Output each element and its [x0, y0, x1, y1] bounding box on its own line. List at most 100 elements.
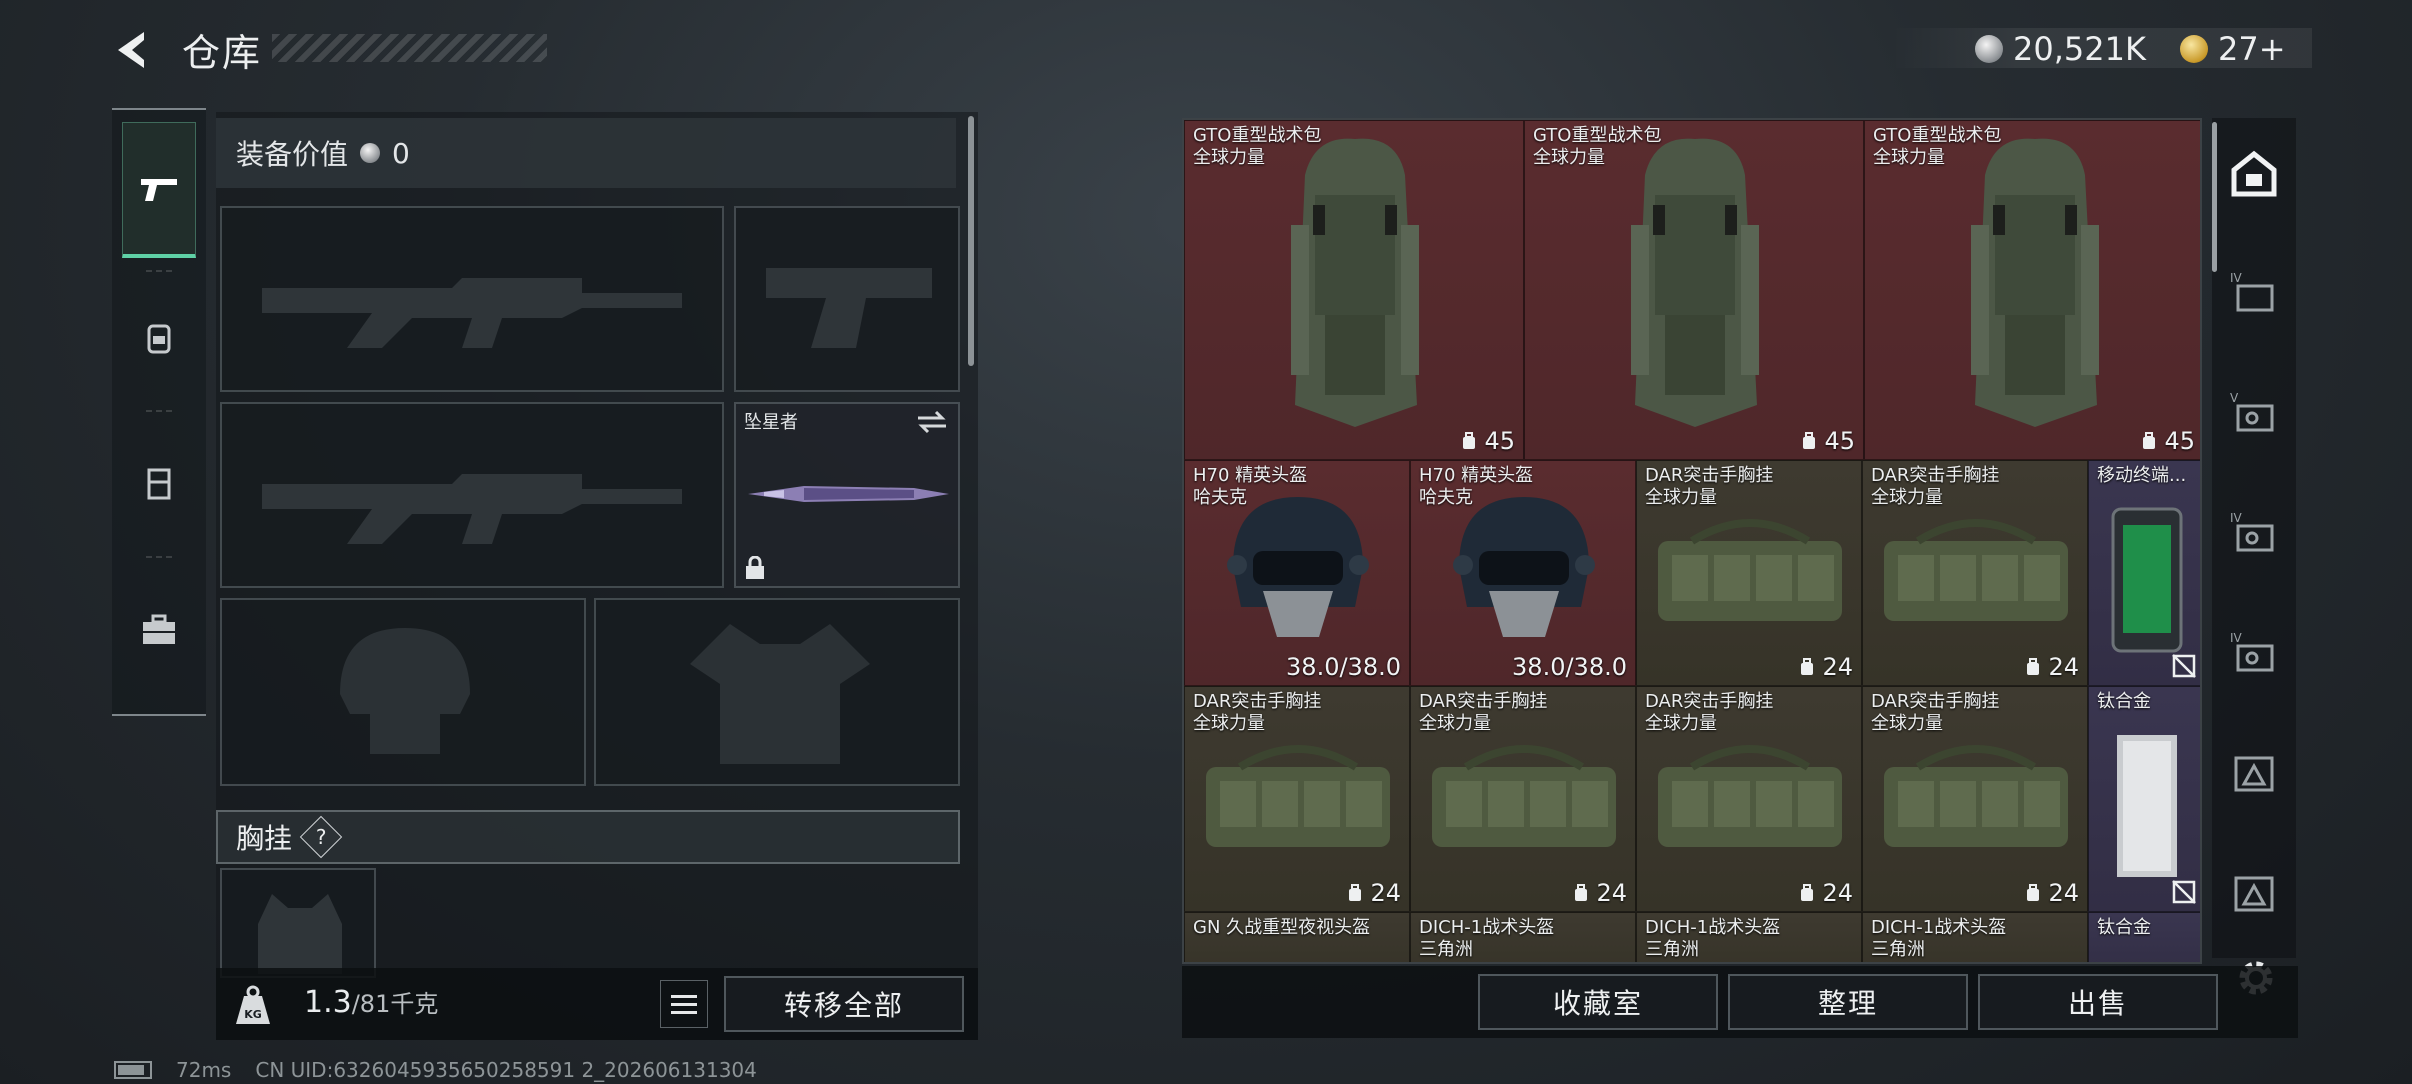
sell-button[interactable]: 出售 — [1978, 974, 2218, 1030]
stash-item[interactable]: 钛合金 — [2088, 686, 2200, 912]
pistol-silhouette-icon — [766, 268, 932, 348]
stash-item-title: GN 久战重型夜视头盔 — [1193, 917, 1371, 938]
chest-rig-item-icon — [1884, 519, 2068, 621]
slot-capacity-icon — [1575, 884, 1588, 901]
stash-item[interactable]: DAR突击手胸挂 全球力量 24 — [1636, 460, 1862, 686]
stash-item-name: DAR突击手胸挂 全球力量 — [1193, 691, 1321, 735]
currency-secondary[interactable]: 27+ — [2180, 30, 2286, 68]
stash-item[interactable]: DICH-1战术头盔 三角洲 — [1862, 912, 2088, 962]
stash-item-name: DICH-1战术头盔 三角洲 — [1645, 917, 1780, 961]
svg-text:IV: IV — [2230, 631, 2243, 645]
stash-item-name: H70 精英头盔 哈夫克 — [1419, 465, 1533, 509]
stash-item-name: DICH-1战术头盔 三角洲 — [1871, 917, 2006, 961]
stash-item-subtitle: 全球力量 — [1645, 487, 1717, 508]
help-badge[interactable]: ? — [299, 815, 343, 859]
tab-chest-rig[interactable] — [122, 416, 196, 552]
backpack-item-icon — [1291, 138, 1419, 428]
stash-item[interactable]: DAR突击手胸挂 全球力量 24 — [1636, 686, 1862, 912]
title-decoration — [272, 34, 547, 62]
stash-item-name: 移动终端... — [2097, 465, 2186, 487]
capacity-icon — [2143, 432, 2156, 449]
stash-item[interactable]: 移动终端... — [2088, 460, 2200, 686]
stash-item[interactable]: DAR突击手胸挂 全球力量 24 — [1410, 686, 1636, 912]
stash-item[interactable]: GTO重型战术包 全球力量 45 — [1524, 120, 1864, 460]
stash-item-name: DAR突击手胸挂 全球力量 — [1871, 691, 1999, 735]
swap-icon[interactable] — [916, 410, 948, 434]
category-warning-2[interactable] — [2226, 866, 2282, 922]
tab-case[interactable] — [122, 562, 196, 698]
helmet-slot[interactable] — [220, 598, 586, 786]
armor-silhouette-icon — [690, 624, 870, 764]
equipment-value-label: 装备价值 — [236, 138, 349, 171]
list-icon-line — [671, 994, 697, 998]
weight-readout: 1.3/81千克 — [304, 984, 438, 1020]
stash-item-subtitle: 三角洲 — [1871, 939, 1925, 960]
stash-item-count: 24 — [2024, 879, 2079, 907]
stash-item[interactable]: DICH-1战术头盔 三角洲 — [1636, 912, 1862, 962]
stash-item-count-value: 24 — [1596, 879, 1627, 907]
stash-item[interactable]: GN 久战重型夜视头盔 — [1184, 912, 1410, 962]
stash-item-subtitle: 全球力量 — [1193, 147, 1265, 168]
category-key-iv-2[interactable]: IV — [2226, 626, 2282, 682]
stash-item-subtitle: 全球力量 — [1645, 713, 1717, 734]
sidearm-slot[interactable] — [734, 206, 960, 392]
stash-item-title: DAR突击手胸挂 — [1645, 691, 1774, 712]
collection-room-button[interactable]: 收藏室 — [1478, 974, 1718, 1030]
stash-item-title: DAR突击手胸挂 — [1193, 691, 1322, 712]
back-arrow-icon[interactable] — [110, 26, 158, 74]
category-key-iv[interactable]: IV — [2226, 506, 2282, 562]
list-view-button[interactable] — [660, 980, 708, 1028]
slot-capacity-icon — [1349, 884, 1362, 901]
stash-item[interactable]: GTO重型战术包 全球力量 45 — [1184, 120, 1524, 460]
stash-item-name: H70 精英头盔 哈夫克 — [1193, 465, 1307, 509]
backpack-item-icon — [1631, 138, 1759, 428]
svg-text:IV: IV — [2230, 271, 2243, 285]
stash-item[interactable]: H70 精英头盔 哈夫克 38.0/38.0 — [1410, 460, 1636, 686]
no-insure-icon — [2172, 654, 2196, 678]
equipment-scrollbar[interactable] — [968, 116, 974, 366]
category-key-v[interactable]: V — [2226, 386, 2282, 442]
stash-item-count: 45 — [1460, 427, 1515, 455]
sort-button[interactable]: 整理 — [1728, 974, 1968, 1030]
stash-item[interactable]: 钛合金 — [2088, 912, 2200, 962]
stash-item-title: H70 精英头盔 — [1193, 465, 1308, 486]
body-armor-slot[interactable] — [594, 598, 960, 786]
chest-rig-item-icon — [1206, 745, 1390, 847]
rig-silhouette-icon — [258, 894, 342, 974]
currency-primary[interactable]: 20,521K — [1975, 30, 2146, 68]
stash-scrollbar[interactable] — [2212, 122, 2217, 272]
ping-readout: 72ms — [176, 1058, 232, 1082]
category-warning[interactable] — [2226, 746, 2282, 802]
stash-item-name: DICH-1战术头盔 三角洲 — [1419, 917, 1554, 961]
secondary-weapon-slot[interactable] — [220, 402, 724, 588]
lock-icon — [746, 556, 764, 579]
stash-item-count: 24 — [2024, 653, 2079, 681]
stash-item-count-value: 24 — [1822, 879, 1853, 907]
slot-capacity-icon — [1801, 884, 1814, 901]
briefcase-icon — [143, 614, 175, 644]
transfer-all-button[interactable]: 转移全部 — [724, 976, 964, 1032]
stash-item-count-value: 38.0/38.0 — [1512, 653, 1627, 681]
stash-item[interactable]: H70 精英头盔 哈夫克 38.0/38.0 — [1184, 460, 1410, 686]
stash-item-subtitle: 全球力量 — [1873, 147, 1945, 168]
stash-item[interactable]: DAR突击手胸挂 全球力量 24 — [1862, 460, 2088, 686]
stash-item[interactable]: DAR突击手胸挂 全球力量 24 — [1862, 686, 2088, 912]
stash-item-title: GTO重型战术包 — [1533, 125, 1662, 146]
stash-item[interactable]: GTO重型战术包 全球力量 45 — [1864, 120, 2200, 460]
category-card-iv[interactable]: IV — [2226, 266, 2282, 322]
stash-item[interactable]: DAR突击手胸挂 全球力量 24 — [1184, 686, 1410, 912]
tab-backpack[interactable] — [122, 270, 196, 406]
melee-slot[interactable]: 坠星者 — [734, 402, 960, 588]
category-home[interactable] — [2226, 146, 2282, 202]
chest-rig-item-icon — [1658, 519, 1842, 621]
stash-item-title: GTO重型战术包 — [1193, 125, 1322, 146]
stash-item-subtitle: 全球力量 — [1419, 713, 1491, 734]
stash-item-count-value: 38.0/38.0 — [1286, 653, 1401, 681]
primary-weapon-slot[interactable] — [220, 206, 724, 392]
stash-item-count: 38.0/38.0 — [1286, 653, 1401, 681]
melee-slot-label: 坠星者 — [744, 412, 798, 433]
tab-weapons[interactable] — [122, 122, 196, 258]
gold-coin-icon — [2180, 35, 2208, 63]
chest-rig-slot[interactable] — [220, 868, 376, 978]
stash-item[interactable]: DICH-1战术头盔 三角洲 — [1410, 912, 1636, 962]
